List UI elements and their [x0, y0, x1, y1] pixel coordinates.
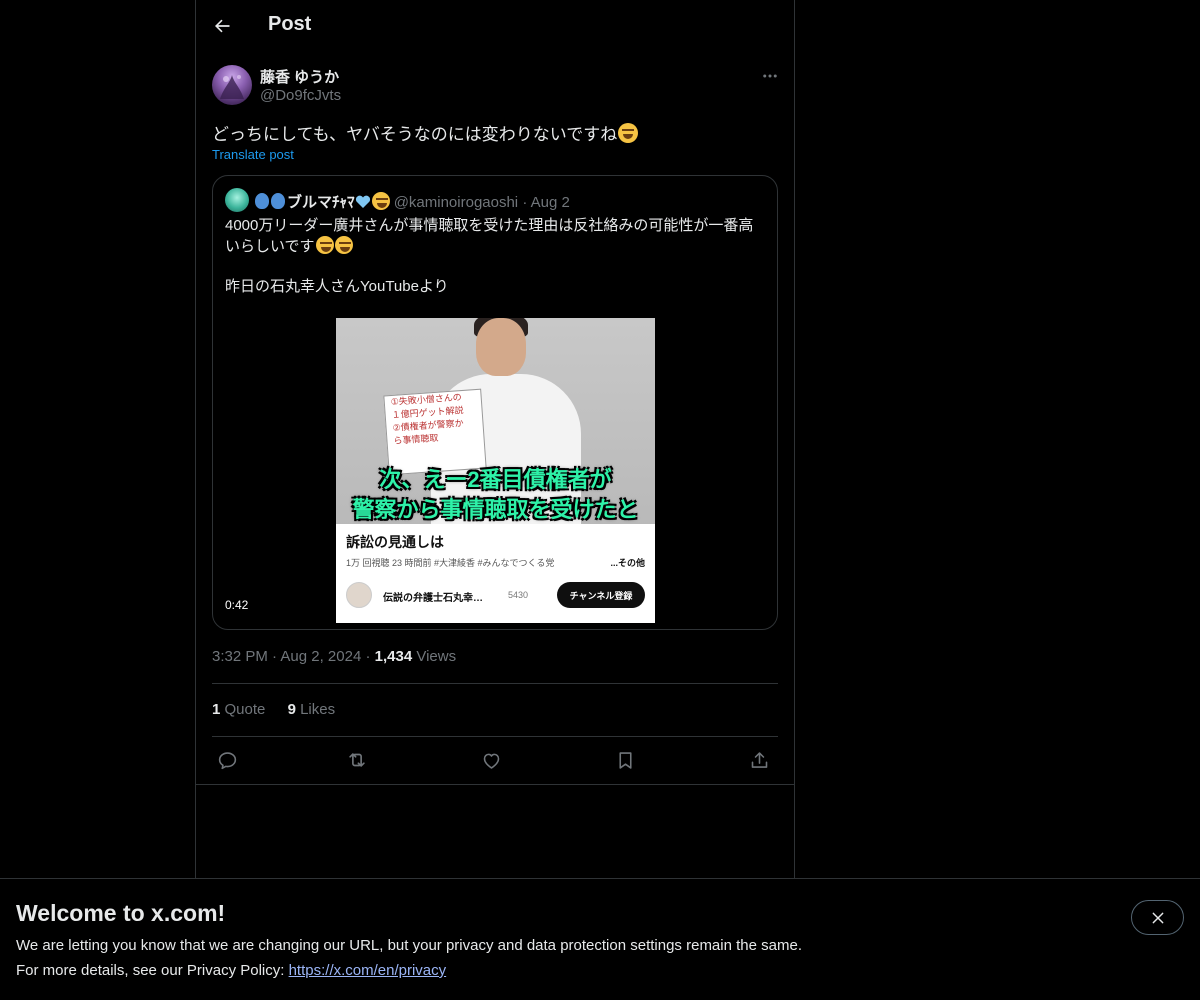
- post-text-content: どっちにしても、ヤバそうなのには変わりないですね: [212, 125, 618, 144]
- back-button[interactable]: [204, 8, 240, 44]
- like-button[interactable]: [476, 745, 506, 775]
- share-button[interactable]: [744, 745, 774, 775]
- close-icon: [1152, 912, 1163, 923]
- close-banner-button[interactable]: [1131, 900, 1184, 935]
- quoted-text-line1: 4000万リーダー廣井さんが事情聴取を受けた理由は反社絡みの可能性が一番高いらし…: [225, 217, 754, 255]
- action-bar: [212, 745, 778, 775]
- repost-icon: [349, 753, 365, 767]
- like-icon: [483, 753, 499, 769]
- quoted-name: ブルマﾁｬﾏ: [287, 194, 355, 211]
- avatar-image: [220, 75, 244, 99]
- top-bar: Post: [196, 0, 794, 54]
- separator-dot: ·: [522, 194, 528, 211]
- youtube-subscriber-count: 5430: [508, 590, 529, 600]
- bookmark-button[interactable]: [610, 745, 640, 775]
- post-stats: 1 Quote 9 Likes: [212, 701, 353, 718]
- dress-emoji-icon: [271, 193, 285, 209]
- quoted-header: ブルマﾁｬﾏ @kaminoirogaoshi · Aug 2: [255, 191, 570, 212]
- page-title: Post: [268, 13, 312, 35]
- divider: [196, 784, 794, 785]
- bookmark-icon: [618, 751, 632, 769]
- youtube-subscribe-button: チャンネル登録: [557, 582, 645, 608]
- post-date[interactable]: Aug 2, 2024: [280, 648, 361, 665]
- author-handle[interactable]: @Do9fcJvts: [260, 87, 341, 104]
- views-count: 1,434: [374, 648, 413, 665]
- privacy-policy-link[interactable]: https://x.com/en/privacy: [289, 962, 447, 979]
- youtube-more: ...その他: [610, 558, 645, 568]
- banner-message: We are letting you know that we are chan…: [16, 937, 802, 954]
- more-icon: [763, 74, 777, 78]
- post-text: どっちにしても、ヤバそうなのには変わりないですね: [212, 120, 639, 145]
- youtube-meta: 1万 回視聴 23 時間前 #大津綾香 #みんなでつくる党: [346, 558, 555, 568]
- avatar[interactable]: [212, 65, 252, 105]
- video-caption-line2: 警察から事情聴取を受けたと: [352, 497, 639, 522]
- repost-button[interactable]: [342, 745, 372, 775]
- youtube-channel-avatar: [346, 582, 372, 608]
- quotes-stat[interactable]: 1 Quote: [212, 701, 265, 718]
- quoted-date: Aug 2: [530, 194, 570, 211]
- views-label: Views: [416, 648, 457, 665]
- smiling-hearts-emoji-icon: [371, 192, 390, 210]
- quoted-handle: @kaminoirogaoshi: [393, 194, 519, 211]
- likes-count: 9: [287, 701, 296, 718]
- youtube-info-panel: 訴訟の見通しは 1万 回視聴 23 時間前 #大津綾香 #みんなでつくる党 ..…: [336, 524, 655, 623]
- share-icon: [751, 751, 767, 768]
- youtube-channel-name: 伝説の弁護士石丸幸…: [383, 593, 483, 604]
- quote-label: Quote: [224, 701, 266, 718]
- dress-emoji-icon: [255, 193, 269, 209]
- sweat-smile-emoji-icon: [315, 236, 334, 254]
- divider: [212, 683, 778, 684]
- youtube-title: 訴訟の見通しは: [346, 534, 444, 550]
- back-arrow-icon: [215, 19, 230, 33]
- banner-privacy-line: For more details, see our Privacy Policy…: [16, 962, 446, 979]
- post-meta: 3:32 PM · Aug 2, 2024 · 1,434 Views: [212, 648, 456, 665]
- separator-dot: ·: [365, 648, 375, 665]
- reply-icon: [218, 751, 236, 769]
- more-button[interactable]: [756, 62, 784, 90]
- likes-stat[interactable]: 9 Likes: [288, 701, 336, 718]
- banner-privacy-prefix: For more details, see our Privacy Policy…: [16, 962, 289, 979]
- quoted-avatar: [225, 188, 249, 212]
- video-caption-line1: 次、えー2番目債権者が: [379, 467, 612, 492]
- sweat-smile-emoji-icon: [334, 236, 353, 254]
- video-duration: 0:42: [225, 598, 249, 612]
- quoted-text: 4000万リーダー廣井さんが事情聴取を受けた理由は反社絡みの可能性が一番高いらし…: [225, 216, 765, 297]
- quote-count: 1: [212, 701, 221, 718]
- likes-label: Likes: [300, 701, 336, 718]
- quoted-post[interactable]: ブルマﾁｬﾏ @kaminoirogaoshi · Aug 2 4000万リーダ…: [212, 175, 778, 630]
- post-time[interactable]: 3:32 PM: [212, 648, 268, 665]
- post-column: Post 藤香 ゆうか @Do9fcJvts どっちにしても、ヤバそうなのには変…: [195, 0, 795, 879]
- welcome-banner: Welcome to x.com! We are letting you kno…: [0, 878, 1200, 1000]
- divider: [212, 736, 778, 737]
- video-player[interactable]: ①失敗小僧さんの １億円ゲット解説 ②債権者が警察か ら事情聴取 次、えー2番目…: [336, 318, 655, 623]
- author-name[interactable]: 藤香 ゆうか: [260, 66, 339, 87]
- quoted-text-line2: 昨日の石丸幸人さんYouTubeより: [225, 278, 449, 295]
- translate-post-link[interactable]: Translate post: [212, 147, 294, 162]
- banner-title: Welcome to x.com!: [16, 900, 226, 926]
- grinning-squint-emoji-icon: [618, 123, 639, 143]
- blue-heart-icon: [355, 195, 370, 208]
- reply-button[interactable]: [212, 745, 242, 775]
- video-person-head: [476, 318, 526, 376]
